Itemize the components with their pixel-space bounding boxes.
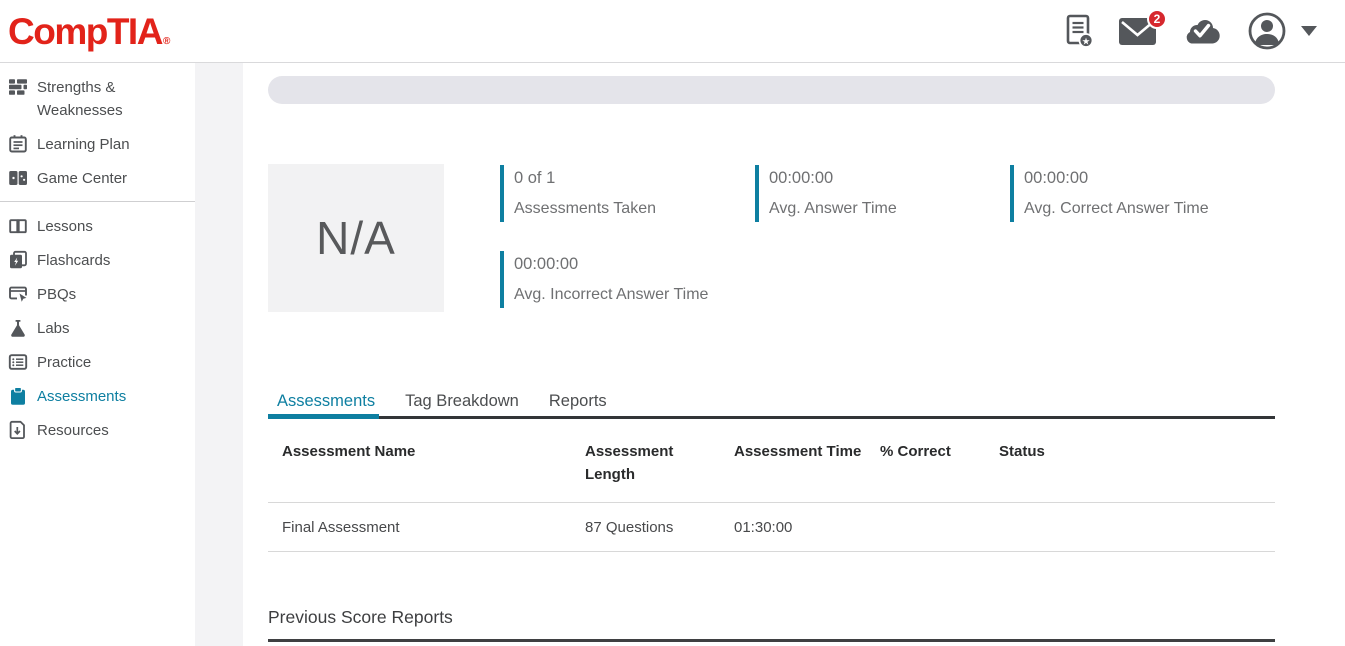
- sidebar-item-label: Strengths & Weaknesses: [37, 76, 177, 122]
- stat-avg-incorrect-answer-time: 00:00:00 Avg. Incorrect Answer Time: [500, 251, 708, 308]
- svg-text:★: ★: [1082, 36, 1091, 47]
- column-header-assessment-time: Assessment Time: [734, 430, 880, 503]
- sidebar-item-label: Game Center: [37, 167, 127, 190]
- tab-bar: Assessments Tag Breakdown Reports: [268, 389, 622, 427]
- previous-score-reports-title: Previous Score Reports: [268, 606, 453, 628]
- column-header-percent-correct: % Correct: [880, 430, 999, 503]
- previous-score-reports-divider: [268, 639, 1275, 642]
- sidebar-item-label: Lessons: [37, 215, 93, 238]
- sidebar-item-labs[interactable]: Labs: [0, 311, 195, 345]
- tab-tag-breakdown[interactable]: Tag Breakdown: [390, 389, 534, 427]
- sync-cloud-check-icon[interactable]: [1182, 17, 1221, 45]
- comptia-logo: CompTIA®: [8, 13, 170, 50]
- practice-icon: [8, 352, 28, 372]
- sidebar-item-label: Flashcards: [37, 249, 110, 272]
- stat-assessments-taken: 0 of 1 Assessments Taken: [500, 165, 656, 222]
- stat-value: 00:00:00: [769, 168, 897, 188]
- messages-badge: 2: [1147, 9, 1167, 29]
- stat-label: Avg. Answer Time: [769, 199, 897, 219]
- column-header-status: Status: [999, 430, 1275, 503]
- chevron-down-icon[interactable]: [1313, 26, 1317, 36]
- sidebar-content-gutter: [195, 63, 243, 646]
- sidebar-item-strengths-weaknesses[interactable]: Strengths & Weaknesses: [0, 70, 195, 127]
- header-icon-group: ★ 2: [1066, 11, 1317, 51]
- stat-avg-answer-time: 00:00:00 Avg. Answer Time: [755, 165, 897, 222]
- tab-bar-underline: [268, 416, 1275, 419]
- stat-value: 00:00:00: [1024, 168, 1209, 188]
- column-header-assessment-name: Assessment Name: [268, 430, 585, 503]
- score-report-icon[interactable]: ★: [1066, 14, 1093, 48]
- logo-text: CompTIA: [8, 13, 162, 50]
- messages-icon[interactable]: 2: [1119, 18, 1156, 45]
- resources-icon: [8, 420, 28, 440]
- assessments-table: Assessment Name Assessment Length Assess…: [268, 430, 1275, 552]
- progress-bar: [268, 76, 1275, 104]
- sidebar-item-label: Labs: [37, 317, 70, 340]
- sidebar-item-label: Resources: [37, 419, 109, 442]
- lessons-icon: [8, 216, 28, 236]
- sidebar-item-lessons[interactable]: Lessons: [0, 209, 195, 243]
- cell-assessment-length: 87 Questions: [585, 503, 734, 552]
- tab-reports[interactable]: Reports: [534, 389, 622, 427]
- cell-status: [999, 503, 1275, 552]
- main-content: N/A 0 of 1 Assessments Taken 00:00:00 Av…: [243, 63, 1345, 646]
- sidebar-item-assessments[interactable]: Assessments: [0, 379, 195, 413]
- stat-label: Assessments Taken: [514, 199, 656, 219]
- account-avatar-icon[interactable]: [1247, 11, 1287, 51]
- sidebar-item-label: PBQs: [37, 283, 76, 306]
- stat-label: Avg. Correct Answer Time: [1024, 199, 1209, 219]
- pbqs-icon: [8, 284, 28, 304]
- column-header-assessment-length: Assessment Length: [585, 430, 734, 503]
- strengths-weaknesses-icon: [8, 77, 28, 97]
- tab-active-indicator: [268, 414, 379, 419]
- sidebar-divider: [0, 201, 195, 202]
- game-center-icon: [8, 168, 28, 188]
- left-sidebar: Strengths & Weaknesses Learning Plan Gam: [0, 63, 195, 646]
- sidebar-item-resources[interactable]: Resources: [0, 413, 195, 447]
- sidebar-item-pbqs[interactable]: PBQs: [0, 277, 195, 311]
- sidebar-item-game-center[interactable]: Game Center: [0, 161, 195, 195]
- sidebar-item-label: Assessments: [37, 385, 126, 408]
- stat-value: 00:00:00: [514, 254, 708, 274]
- table-header-row: Assessment Name Assessment Length Assess…: [268, 430, 1275, 503]
- flashcards-icon: [8, 250, 28, 270]
- sidebar-item-label: Learning Plan: [37, 133, 130, 156]
- sidebar-item-learning-plan[interactable]: Learning Plan: [0, 127, 195, 161]
- score-box: N/A: [268, 164, 444, 312]
- stat-label: Avg. Incorrect Answer Time: [514, 285, 708, 305]
- sidebar-item-practice[interactable]: Practice: [0, 345, 195, 379]
- stat-value: 0 of 1: [514, 168, 656, 188]
- labs-icon: [8, 318, 28, 338]
- cell-percent-correct: [880, 503, 999, 552]
- table-row[interactable]: Final Assessment 87 Questions 01:30:00: [268, 503, 1275, 552]
- sidebar-item-flashcards[interactable]: Flashcards: [0, 243, 195, 277]
- cell-assessment-name: Final Assessment: [268, 503, 585, 552]
- learning-plan-icon: [8, 134, 28, 154]
- sidebar-item-label: Practice: [37, 351, 91, 374]
- registered-mark: ®: [163, 34, 170, 50]
- tab-assessments[interactable]: Assessments: [268, 389, 390, 427]
- assessments-icon: [8, 386, 28, 406]
- cell-assessment-time: 01:30:00: [734, 503, 880, 552]
- stat-avg-correct-answer-time: 00:00:00 Avg. Correct Answer Time: [1010, 165, 1209, 222]
- score-value: N/A: [316, 211, 396, 265]
- top-header: CompTIA® ★ 2: [0, 0, 1345, 63]
